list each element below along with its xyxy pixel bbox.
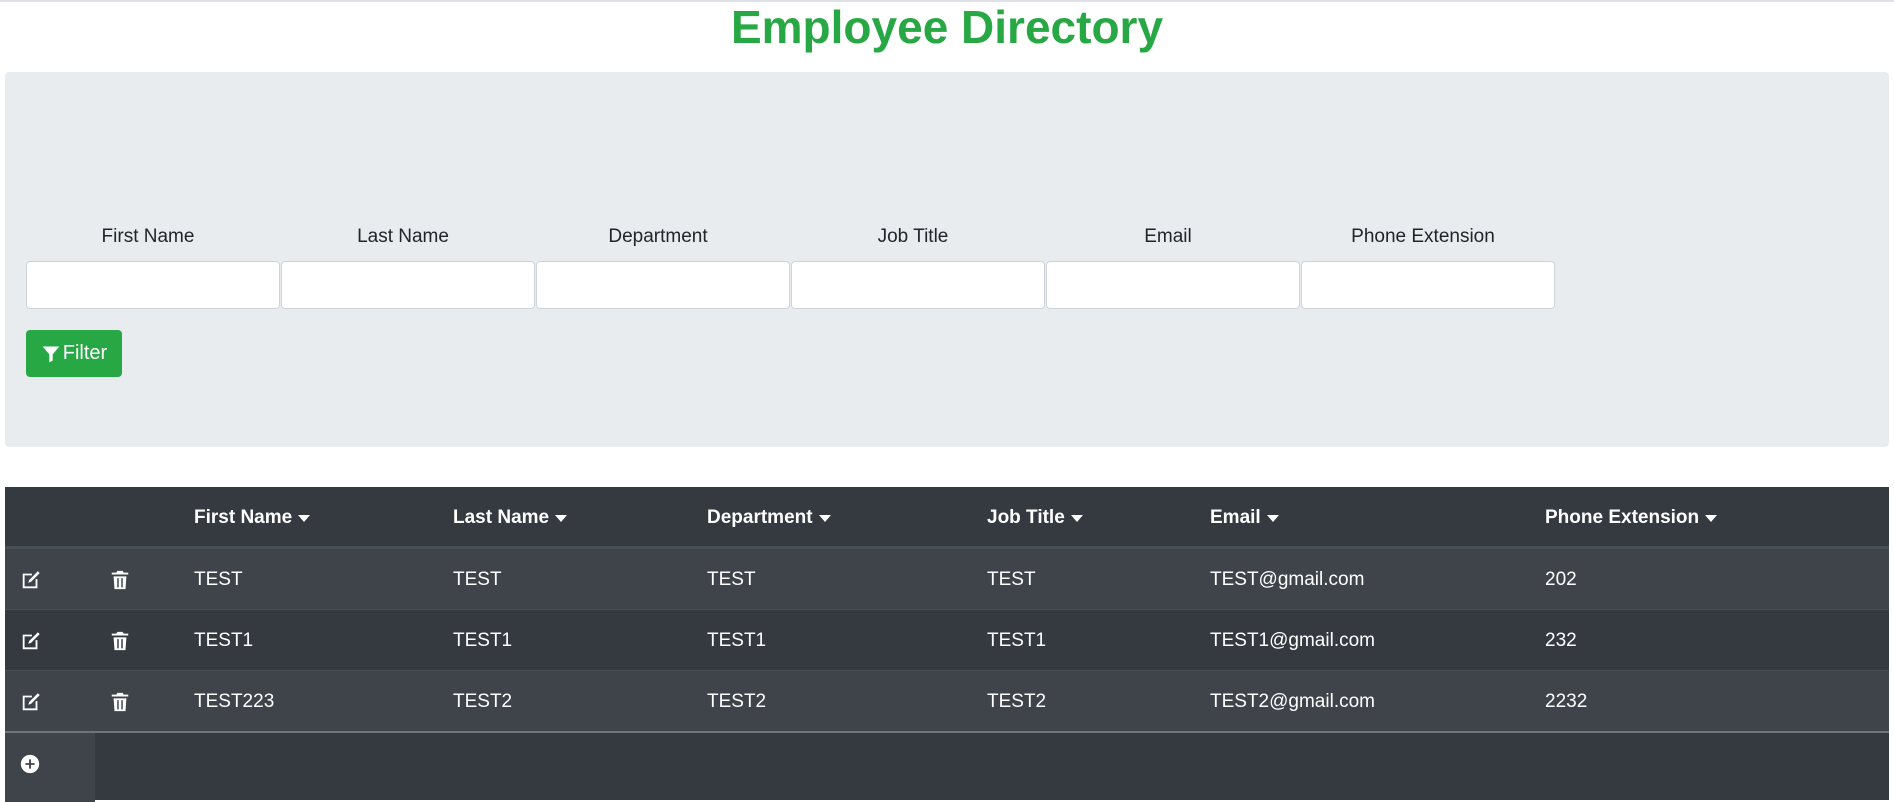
caret-down-icon xyxy=(298,515,311,523)
filter-department: Department xyxy=(531,225,785,249)
cell-phone-extension: 2232 xyxy=(1545,691,1588,712)
first-name-label: First Name xyxy=(101,226,195,247)
column-header-label: Job Title xyxy=(987,507,1065,528)
table-header: First Name Last Name Department Job Titl… xyxy=(5,487,1889,548)
caret-down-icon xyxy=(1705,515,1718,523)
filter-panel: First Name Last Name Department Job Titl… xyxy=(5,72,1889,447)
column-header-label: Phone Extension xyxy=(1545,507,1700,528)
table-row: TEST1 TEST1 TEST1 TEST1 TEST1@gmail.com … xyxy=(5,609,1889,670)
cell-department: TEST1 xyxy=(707,630,767,651)
cell-first-name: TEST223 xyxy=(194,691,275,712)
column-header-label: First Name xyxy=(194,507,293,528)
cell-first-name: TEST1 xyxy=(194,630,254,651)
edit-icon[interactable] xyxy=(19,629,43,653)
email-label: Email xyxy=(1144,226,1192,247)
table-row: TEST TEST TEST TEST TEST@gmail.com 202 xyxy=(5,548,1889,609)
page-title: Employee Directory xyxy=(730,1,1164,53)
cell-job-title: TEST xyxy=(987,569,1036,590)
filter-button[interactable]: Filter xyxy=(26,330,122,377)
trash-icon[interactable] xyxy=(108,629,132,653)
cell-job-title: TEST2 xyxy=(987,691,1047,712)
email-input[interactable] xyxy=(1046,261,1300,309)
cell-email: TEST@gmail.com xyxy=(1210,569,1365,590)
cell-phone-extension: 202 xyxy=(1545,569,1577,590)
cell-last-name: TEST xyxy=(453,569,502,590)
first-name-input[interactable] xyxy=(26,261,280,309)
trash-icon[interactable] xyxy=(108,690,132,714)
column-header-first-name[interactable]: First Name xyxy=(194,487,311,548)
filter-first-name: First Name xyxy=(21,225,275,249)
add-row-cell xyxy=(5,733,95,802)
department-input[interactable] xyxy=(536,261,790,309)
employee-table: First Name Last Name Department Job Titl… xyxy=(5,487,1889,802)
phone-extension-label: Phone Extension xyxy=(1351,226,1495,247)
cell-last-name: TEST2 xyxy=(453,691,513,712)
column-header-label: Last Name xyxy=(453,507,550,528)
cell-phone-extension: 232 xyxy=(1545,630,1577,651)
table-footer xyxy=(5,731,1889,802)
column-header-email[interactable]: Email xyxy=(1210,487,1279,548)
edit-icon[interactable] xyxy=(19,690,43,714)
phone-extension-input[interactable] xyxy=(1301,261,1555,309)
last-name-label: Last Name xyxy=(357,226,449,247)
cell-email: TEST1@gmail.com xyxy=(1210,630,1375,651)
filter-job-title: Job Title xyxy=(786,225,1040,249)
job-title-label: Job Title xyxy=(877,226,949,247)
last-name-input[interactable] xyxy=(281,261,535,309)
department-label: Department xyxy=(608,226,708,247)
column-header-label: Email xyxy=(1210,507,1261,528)
column-header-label: Department xyxy=(707,507,813,528)
filter-email: Email xyxy=(1041,225,1295,249)
caret-down-icon xyxy=(555,515,568,523)
column-header-phone-extension[interactable]: Phone Extension xyxy=(1545,487,1718,548)
caret-down-icon xyxy=(1266,515,1279,523)
column-header-job-title[interactable]: Job Title xyxy=(987,487,1083,548)
column-header-department[interactable]: Department xyxy=(707,487,831,548)
job-title-input[interactable] xyxy=(791,261,1045,309)
edit-icon[interactable] xyxy=(19,568,43,592)
filter-phone-extension: Phone Extension xyxy=(1296,225,1550,249)
table-row: TEST223 TEST2 TEST2 TEST2 TEST2@gmail.co… xyxy=(5,670,1889,731)
cell-department: TEST xyxy=(707,569,756,590)
cell-department: TEST2 xyxy=(707,691,767,712)
caret-down-icon xyxy=(1070,515,1083,523)
caret-down-icon xyxy=(818,515,831,523)
cell-first-name: TEST xyxy=(194,569,243,590)
filter-icon xyxy=(41,344,61,364)
filter-last-name: Last Name xyxy=(276,225,530,249)
cell-job-title: TEST1 xyxy=(987,630,1047,651)
filter-button-label: Filter xyxy=(62,342,108,364)
cell-email: TEST2@gmail.com xyxy=(1210,691,1375,712)
cell-last-name: TEST1 xyxy=(453,630,513,651)
trash-icon[interactable] xyxy=(108,568,132,592)
plus-circle-icon[interactable] xyxy=(19,753,43,777)
column-header-last-name[interactable]: Last Name xyxy=(453,487,568,548)
